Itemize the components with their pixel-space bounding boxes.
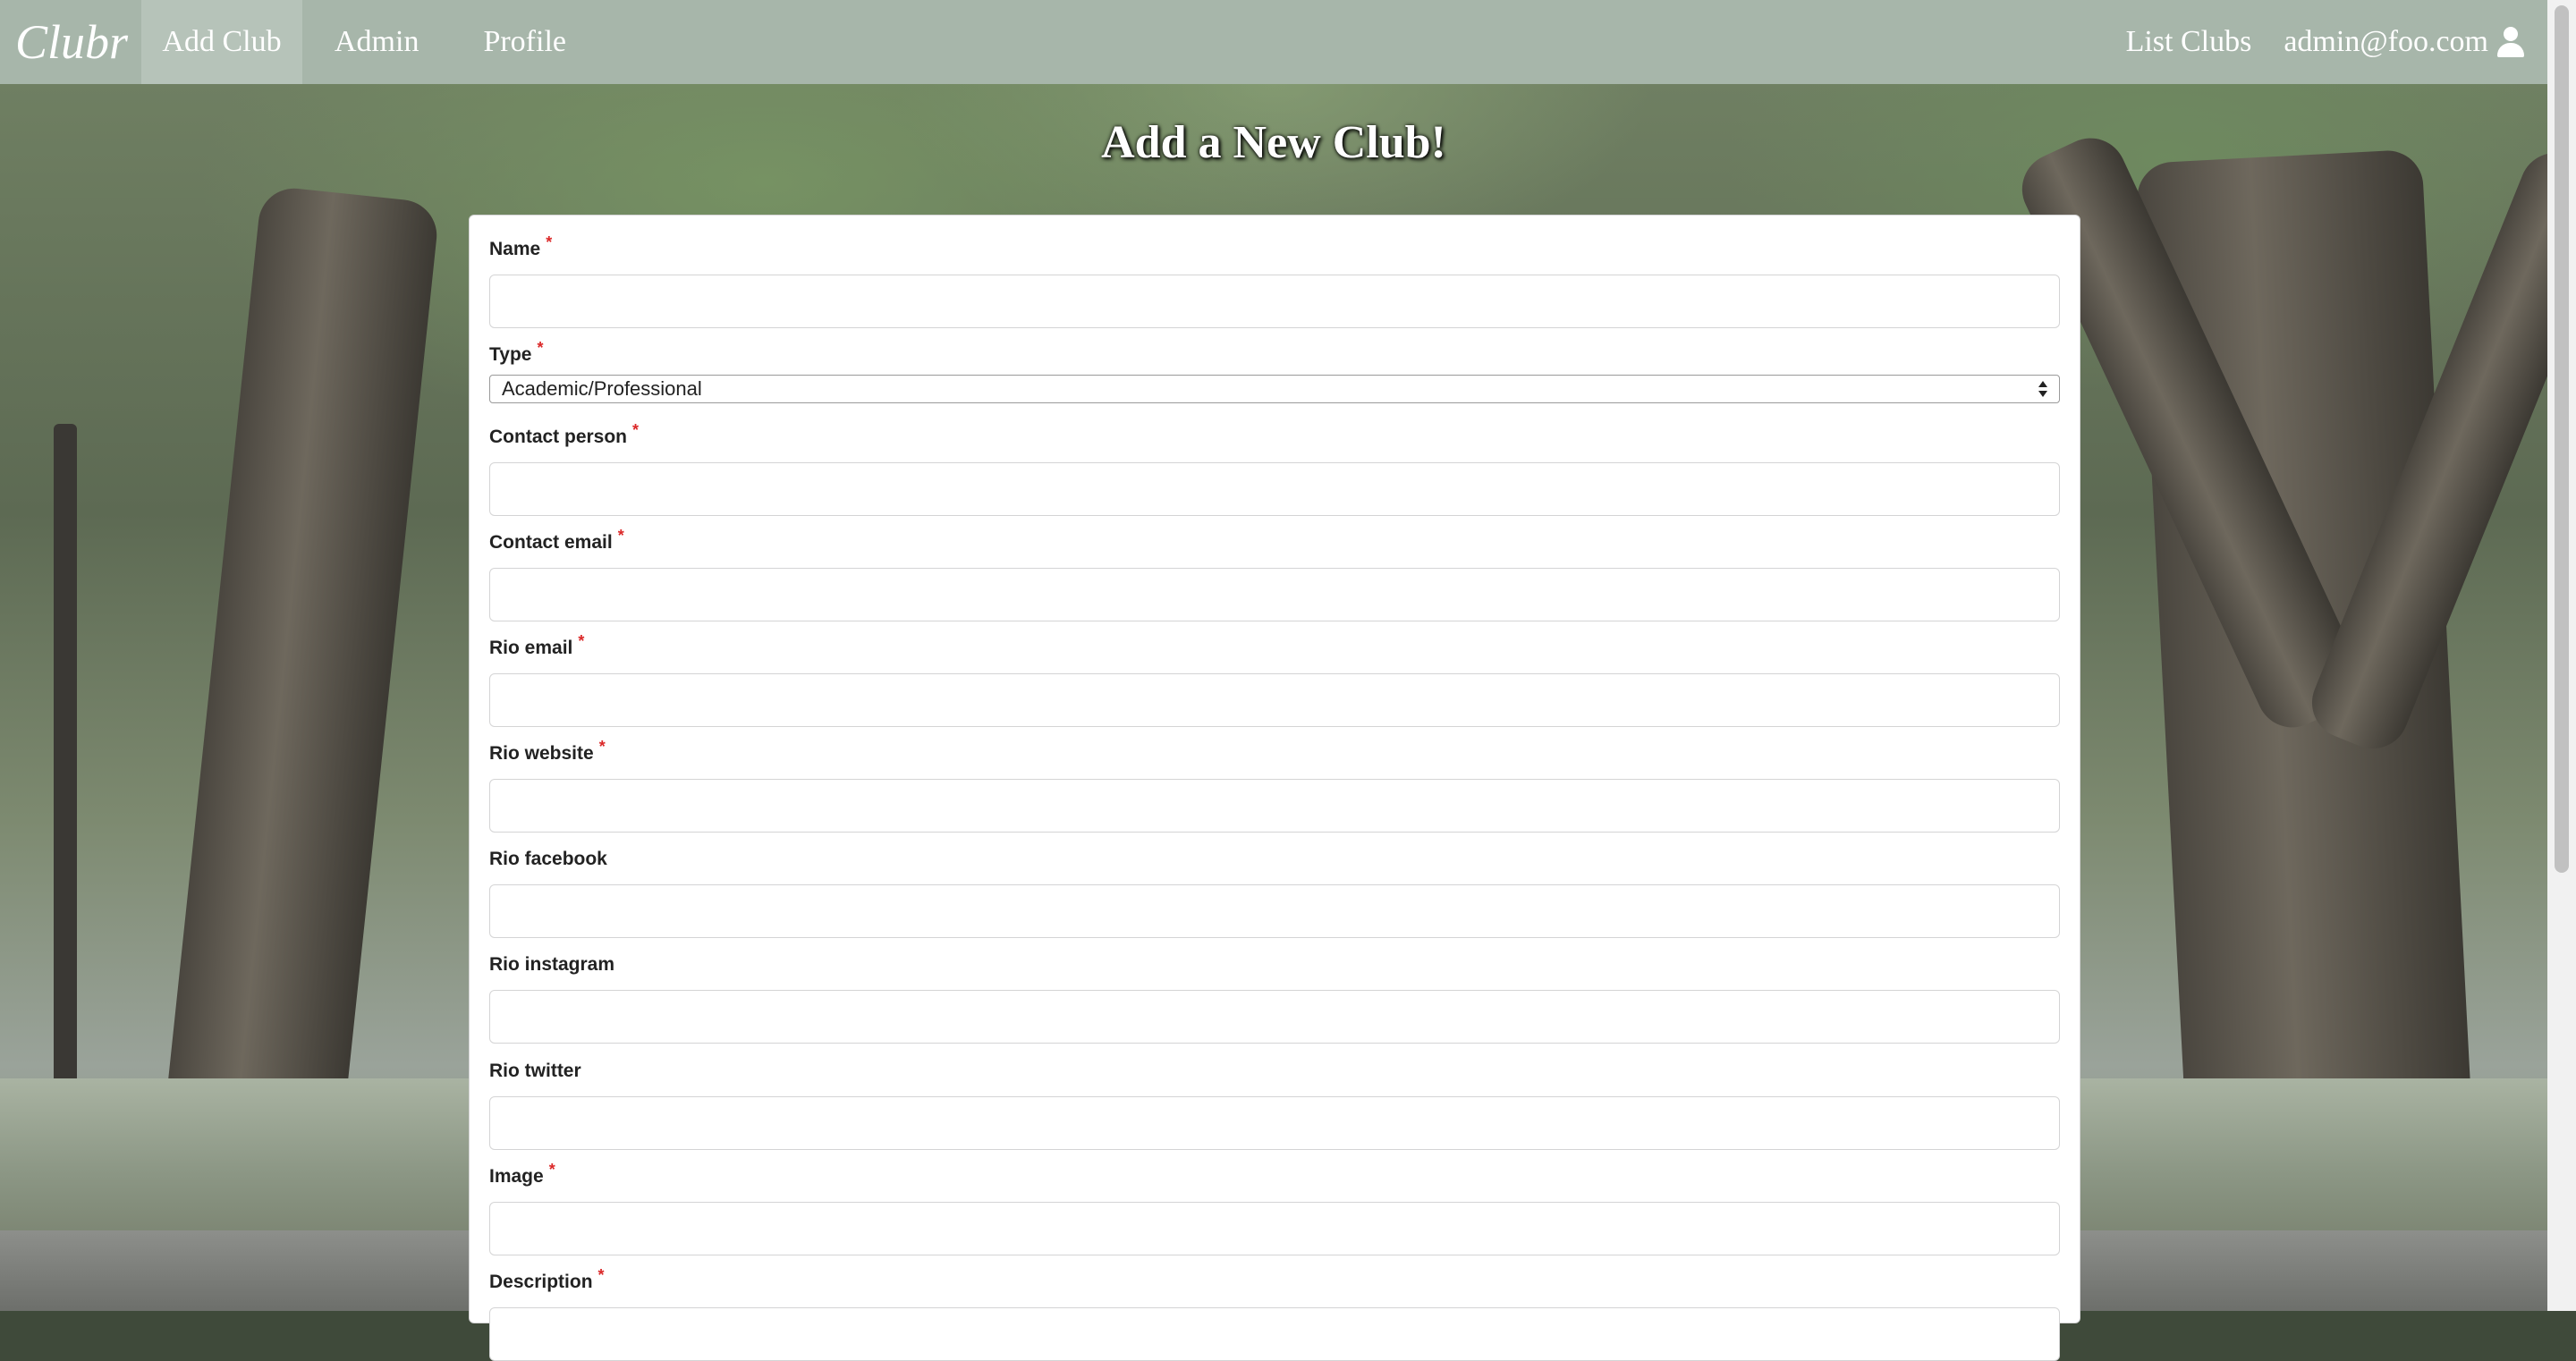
image-field: Image *	[489, 1161, 2060, 1255]
page-title: Add a New Club!	[1101, 117, 1446, 168]
rio-email-label: Rio email *	[489, 632, 585, 658]
contact-person-input[interactable]	[489, 462, 2060, 516]
rio-twitter-input[interactable]	[489, 1096, 2060, 1150]
type-select[interactable]: Academic/Professional	[489, 375, 2060, 403]
type-select-value: Academic/Professional	[502, 377, 702, 400]
description-label: Description *	[489, 1266, 605, 1292]
image-label: Image *	[489, 1161, 555, 1187]
user-email: admin@foo.com	[2284, 25, 2488, 58]
type-field: Type * Academic/Professional	[489, 339, 2060, 403]
required-mark: *	[632, 421, 640, 439]
rio-email-input[interactable]	[489, 673, 2060, 727]
required-mark: *	[537, 339, 544, 357]
contact-email-field: Contact email *	[489, 527, 2060, 621]
nav-add-club[interactable]: Add Club	[141, 0, 302, 84]
name-input[interactable]	[489, 275, 2060, 328]
rio-website-label: Rio website *	[489, 738, 606, 764]
user-menu[interactable]: admin@foo.com	[2284, 25, 2547, 59]
select-arrows-icon	[2038, 379, 2048, 399]
nav-profile[interactable]: Profile	[451, 0, 598, 84]
name-label: Name *	[489, 233, 553, 259]
rio-facebook-field: Rio facebook	[489, 847, 2060, 938]
image-input[interactable]	[489, 1202, 2060, 1255]
contact-email-input[interactable]	[489, 568, 2060, 621]
add-club-form: Name * Type * Academic/Professional Contac…	[469, 215, 2080, 1361]
contact-person-label: Contact person *	[489, 421, 640, 447]
nav-admin[interactable]: Admin	[302, 0, 451, 84]
scroll-thumb[interactable]	[2555, 5, 2569, 873]
required-mark: *	[617, 527, 624, 545]
brand-logo[interactable]: Clubr	[0, 0, 143, 84]
description-input[interactable]	[489, 1307, 2060, 1361]
rio-twitter-label: Rio twitter	[489, 1061, 581, 1081]
nav-list-clubs[interactable]: List Clubs	[2094, 0, 2284, 84]
required-mark: *	[597, 1266, 605, 1284]
rio-instagram-input[interactable]	[489, 990, 2060, 1044]
description-field: Description *	[489, 1266, 2060, 1361]
required-mark: *	[578, 632, 585, 650]
contact-email-label: Contact email *	[489, 527, 624, 553]
name-field: Name *	[489, 233, 2060, 328]
rio-email-field: Rio email *	[489, 632, 2060, 727]
top-navbar: Clubr Add Club Admin Profile List Clubs …	[0, 0, 2547, 84]
required-mark: *	[546, 233, 553, 251]
rio-facebook-input[interactable]	[489, 884, 2060, 938]
rio-instagram-label: Rio instagram	[489, 954, 615, 975]
required-mark: *	[548, 1161, 555, 1179]
contact-person-field: Contact person *	[489, 421, 2060, 516]
rio-facebook-label: Rio facebook	[489, 849, 607, 869]
type-label: Type *	[489, 339, 544, 365]
rio-website-input[interactable]	[489, 779, 2060, 833]
rio-twitter-field: Rio twitter	[489, 1059, 2060, 1150]
required-mark: *	[598, 738, 606, 756]
user-icon	[2496, 27, 2526, 57]
rio-website-field: Rio website *	[489, 738, 2060, 833]
rio-instagram-field: Rio instagram	[489, 952, 2060, 1044]
page-scrollbar[interactable]	[2547, 0, 2576, 1311]
